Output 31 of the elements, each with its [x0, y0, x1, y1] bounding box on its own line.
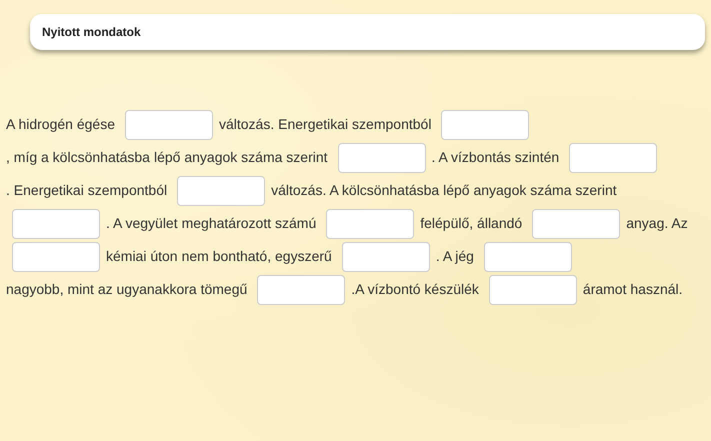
answer-field[interactable] [484, 242, 572, 272]
sentence-text: nagyobb, mint az ugyanakkora tömegű [6, 281, 248, 297]
answer-field[interactable] [257, 275, 346, 306]
answer-field[interactable] [338, 143, 426, 174]
sentence-text: A hidrogén égése [6, 116, 115, 132]
answer-field[interactable] [12, 242, 100, 272]
sentence-text: . A vízbontás szintén [432, 149, 560, 165]
sentence-text: . A jég [436, 248, 474, 264]
sentence-text: , míg a kölcsönhatásba [6, 149, 150, 165]
exercise-title: Nyitott mondatok [42, 25, 141, 39]
sentence-text: . Energetikai szempontból [6, 182, 168, 198]
answer-field[interactable] [488, 275, 577, 306]
sentence-text: anyag. Az [626, 215, 688, 231]
answer-field[interactable] [342, 242, 430, 272]
sentence-text: áramot használ. [582, 281, 683, 297]
sentence-text: változás. A kölcsönhatásba lépő anyagok száma szerint [271, 182, 617, 198]
sentence-text: . A vegyület [106, 215, 178, 231]
answer-field[interactable] [124, 110, 213, 140]
answer-field[interactable] [326, 209, 414, 240]
sentence-text: felépülő, állandó [420, 215, 522, 231]
answer-field[interactable] [441, 110, 530, 140]
sentence-text: változás. Energetikai szempontból [218, 116, 432, 132]
sentence-text: lépő anyagok száma szerint [154, 149, 328, 165]
answer-field[interactable] [569, 143, 658, 174]
answer-field[interactable] [177, 176, 266, 206]
sentence-text: kémiai úton [106, 248, 178, 264]
sentence-text: meghatározott számú [182, 215, 316, 231]
sentence-text: .A vízbontó készülék [351, 281, 479, 297]
answer-field[interactable] [12, 209, 100, 240]
sentence-text: nem bontható, egyszerű [182, 248, 332, 264]
answer-field[interactable] [532, 209, 620, 240]
